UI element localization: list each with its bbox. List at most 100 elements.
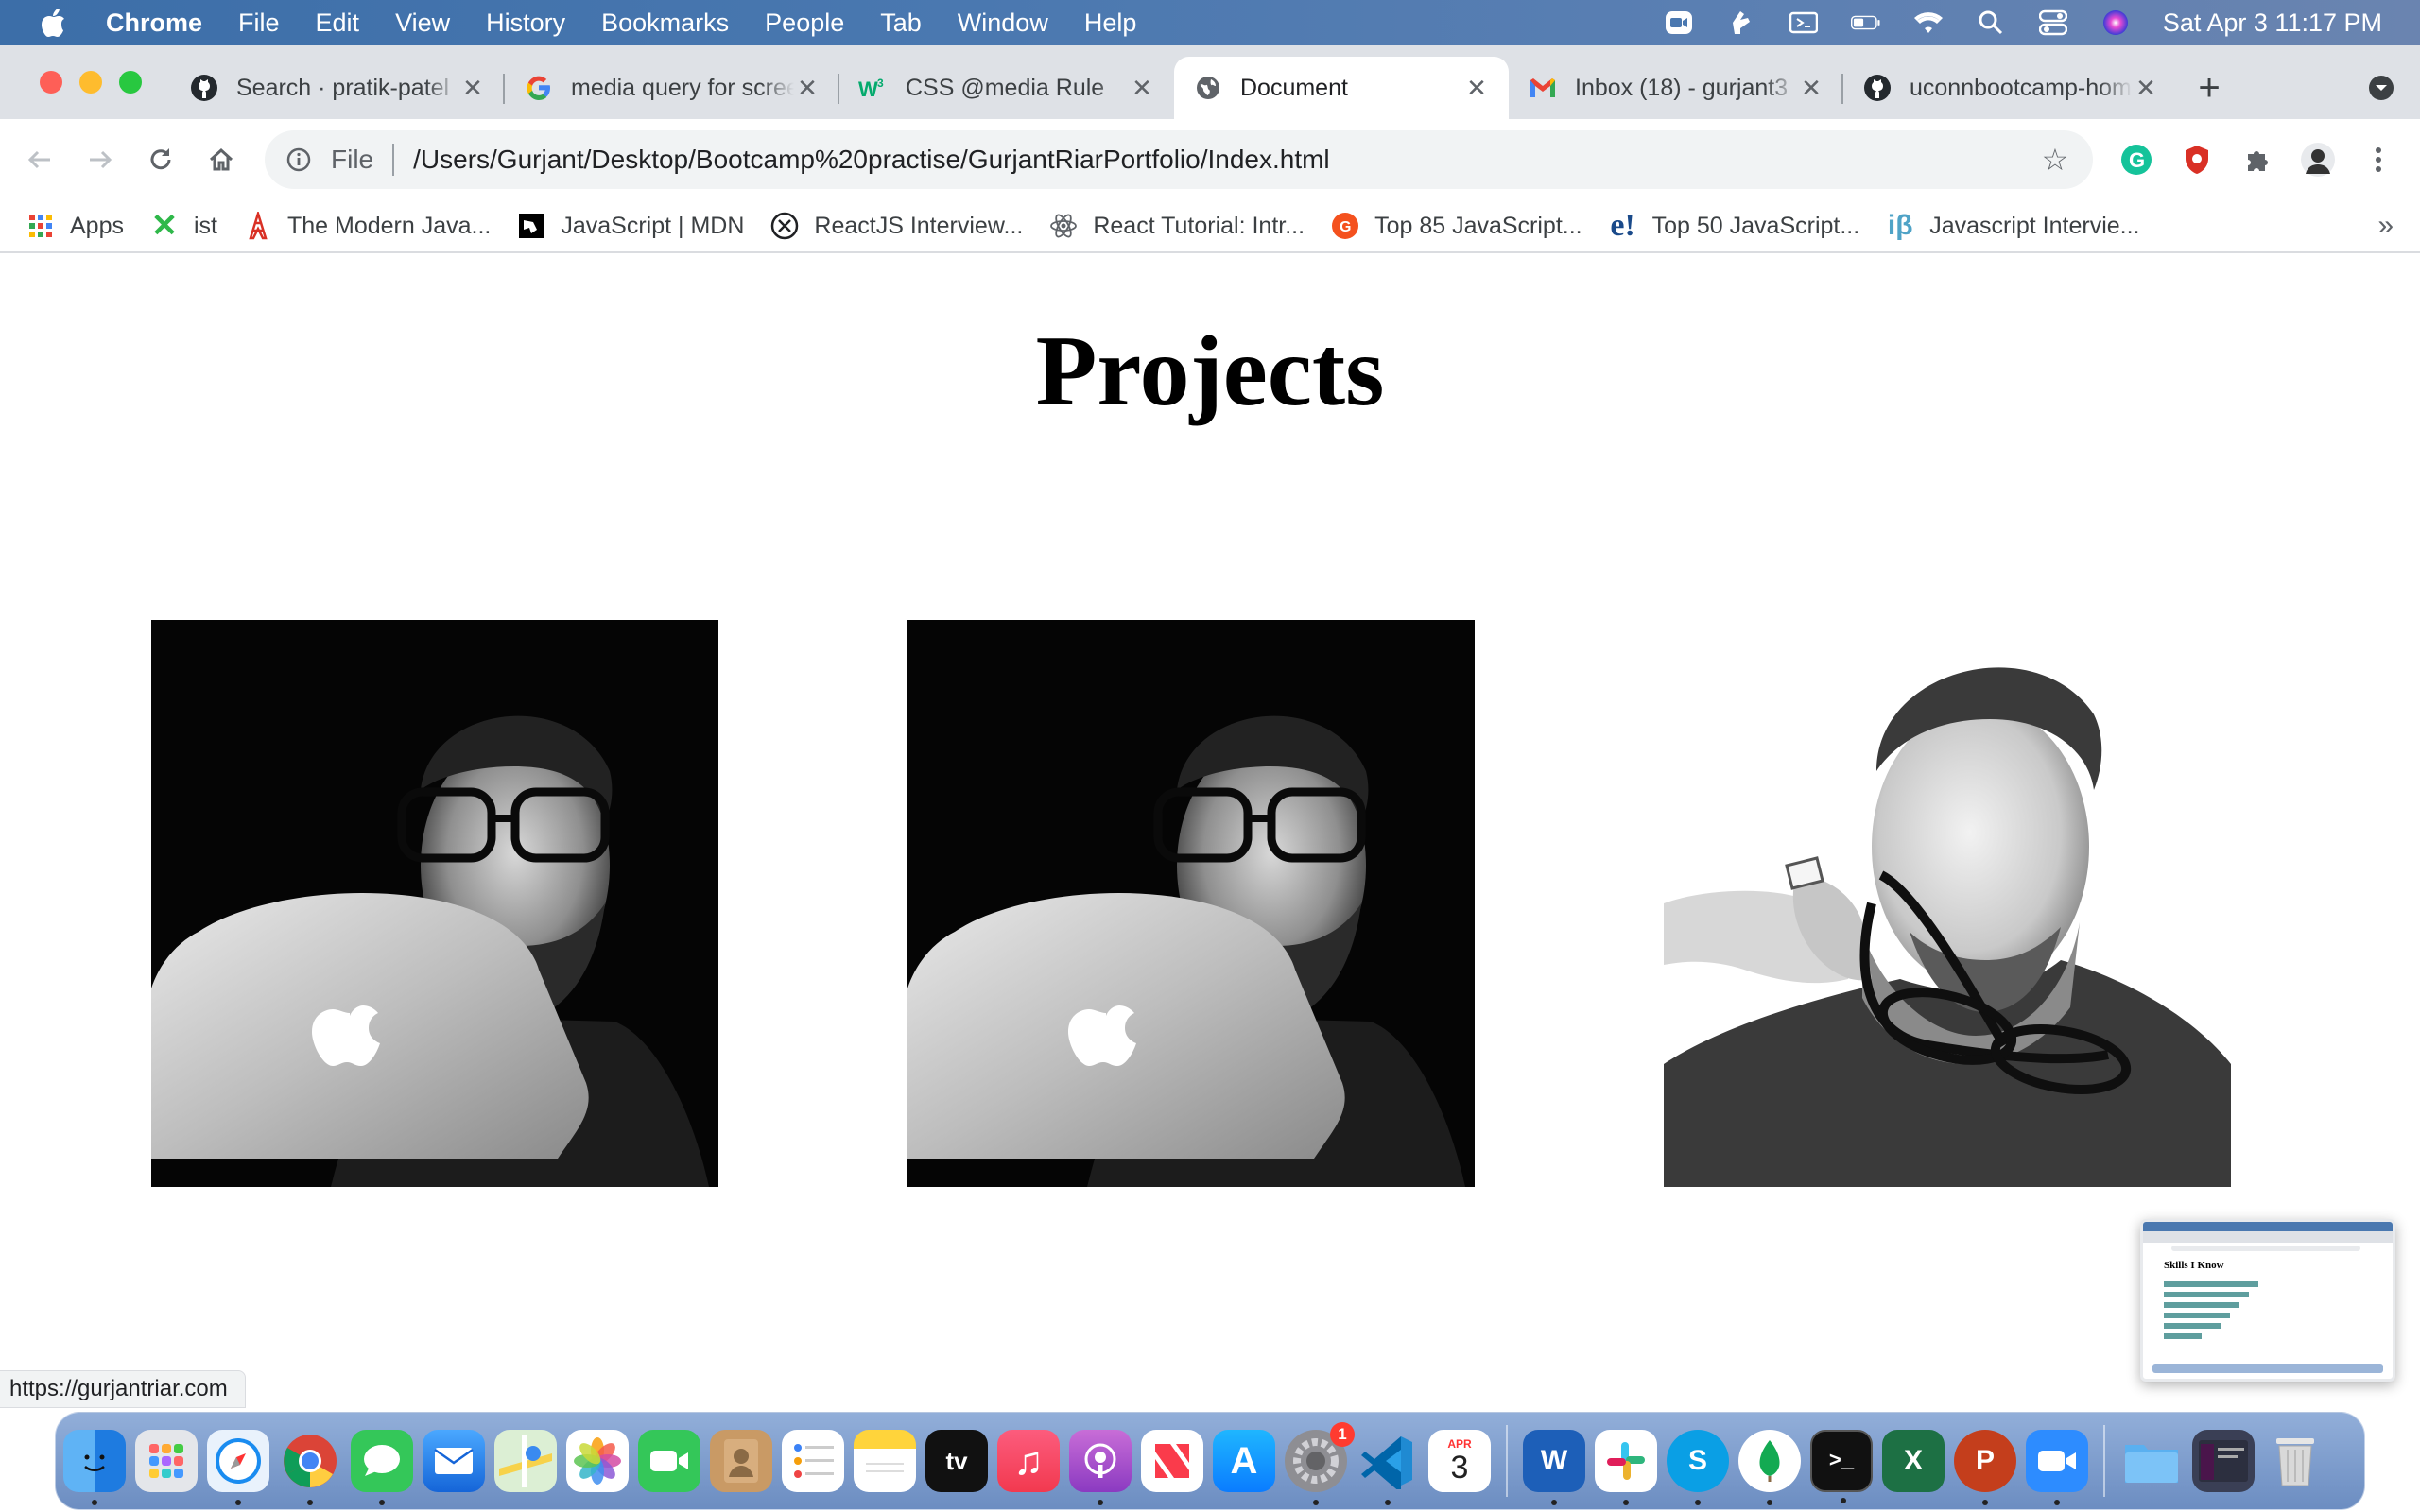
- tab-gmail-inbox[interactable]: Inbox (18) - gurjant3 ✕: [1509, 57, 1843, 119]
- tab-css-media-rule[interactable]: W3 CSS @media Rule ✕: [839, 57, 1174, 119]
- mail-dock-icon[interactable]: [423, 1430, 485, 1492]
- notes-dock-icon[interactable]: [854, 1430, 916, 1492]
- apps-grid-icon: [26, 212, 55, 240]
- zoom-status-icon[interactable]: [1664, 9, 1694, 36]
- mongodb-compass-dock-icon[interactable]: [1738, 1430, 1801, 1505]
- downloads-folder-dock-icon[interactable]: [2120, 1430, 2183, 1492]
- screen-tool-icon[interactable]: [1789, 9, 1819, 36]
- bookmark-react-tutorial[interactable]: React Tutorial: Intr...: [1036, 212, 1318, 240]
- slack-dock-icon[interactable]: [1595, 1430, 1657, 1505]
- launchpad-dock-icon[interactable]: [135, 1430, 198, 1492]
- notification-badge: 1: [1330, 1422, 1355, 1447]
- tab-document-active[interactable]: Document ✕: [1174, 57, 1509, 119]
- extensions-puzzle-icon[interactable]: [2227, 129, 2288, 190]
- menu-view[interactable]: View: [377, 9, 468, 38]
- address-bar[interactable]: File /Users/Gurjant/Desktop/Bootcamp%20p…: [265, 130, 2093, 189]
- menu-tab[interactable]: Tab: [862, 9, 940, 38]
- terminal-dock-icon[interactable]: >_: [1810, 1430, 1873, 1503]
- url-text[interactable]: /Users/Gurjant/Desktop/Bootcamp%20practi…: [413, 145, 2036, 175]
- info-icon[interactable]: [284, 145, 314, 175]
- close-window-button[interactable]: [40, 71, 62, 94]
- word-dock-icon[interactable]: W: [1523, 1430, 1585, 1505]
- menu-app-chrome[interactable]: Chrome: [106, 9, 220, 38]
- recent-window-dock-icon[interactable]: [2192, 1430, 2255, 1492]
- trash-dock-icon[interactable]: [2264, 1430, 2326, 1492]
- messages-dock-icon[interactable]: [351, 1430, 413, 1505]
- music-dock-icon[interactable]: ♫: [997, 1430, 1060, 1492]
- bookmark-top-85-javascript[interactable]: G Top 85 JavaScript...: [1318, 212, 1596, 240]
- new-tab-button[interactable]: +: [2178, 57, 2240, 119]
- bookmark-star-icon[interactable]: ☆: [2036, 141, 2074, 179]
- forward-button[interactable]: [70, 129, 130, 190]
- powerpoint-dock-icon[interactable]: P: [1954, 1430, 2016, 1505]
- home-button[interactable]: [191, 129, 251, 190]
- control-center-icon[interactable]: [2038, 9, 2068, 36]
- chrome-dock-icon[interactable]: [279, 1430, 341, 1505]
- vscode-dock-icon[interactable]: [1357, 1430, 1419, 1505]
- finder-dock-icon[interactable]: [63, 1430, 126, 1505]
- zoom-dock-icon[interactable]: [2026, 1430, 2088, 1505]
- bookmark-ist[interactable]: ✕ ist: [137, 208, 231, 244]
- excel-dock-icon[interactable]: X: [1882, 1430, 1945, 1492]
- tab-search-button[interactable]: [2367, 57, 2395, 119]
- menu-help[interactable]: Help: [1066, 9, 1155, 38]
- zoom-window-button[interactable]: [119, 71, 142, 94]
- reload-button[interactable]: [130, 129, 191, 190]
- menu-history[interactable]: History: [468, 9, 583, 38]
- spotlight-search-icon[interactable]: [1976, 9, 2006, 36]
- menu-bookmarks[interactable]: Bookmarks: [583, 9, 747, 38]
- menu-window[interactable]: Window: [940, 9, 1066, 38]
- bookmarks-overflow-chevron-icon[interactable]: »: [2377, 210, 2394, 242]
- reminders-dock-icon[interactable]: [782, 1430, 844, 1492]
- contacts-dock-icon[interactable]: [710, 1430, 772, 1492]
- news-dock-icon[interactable]: [1141, 1430, 1203, 1492]
- profile-avatar[interactable]: [2288, 129, 2348, 190]
- bookmark-top-50-javascript[interactable]: e! Top 50 JavaScript...: [1596, 208, 1874, 243]
- close-tab-icon[interactable]: ✕: [794, 74, 821, 102]
- grammarly-extension-icon[interactable]: G: [2106, 129, 2167, 190]
- screenshot-thumbnail[interactable]: Skills I Know: [2140, 1219, 2395, 1382]
- battery-icon[interactable]: [1850, 9, 1881, 36]
- menu-file[interactable]: File: [220, 9, 298, 38]
- menubar-clock[interactable]: Sat Apr 3 11:17 PM: [2163, 9, 2382, 38]
- project-image-1[interactable]: [151, 620, 718, 1187]
- system-preferences-dock-icon[interactable]: 1: [1285, 1422, 1355, 1505]
- running-indicator: [92, 1500, 97, 1505]
- photos-dock-icon[interactable]: [566, 1430, 629, 1492]
- back-button[interactable]: [9, 129, 70, 190]
- minimize-window-button[interactable]: [79, 71, 102, 94]
- menu-edit[interactable]: Edit: [298, 9, 378, 38]
- close-tab-icon[interactable]: ✕: [459, 74, 486, 102]
- close-tab-icon[interactable]: ✕: [1798, 74, 1824, 102]
- facetime-dock-icon[interactable]: [638, 1430, 700, 1492]
- apple-menu-icon[interactable]: [0, 8, 106, 38]
- bookmark-modern-javascript[interactable]: The Modern Java...: [231, 212, 504, 240]
- wifi-icon[interactable]: [1913, 9, 1944, 36]
- project-image-3[interactable]: [1664, 620, 2231, 1187]
- skype-dock-icon[interactable]: S: [1667, 1430, 1729, 1505]
- bookmark-reactjs-interview[interactable]: ReactJS Interview...: [757, 212, 1036, 240]
- chrome-menu-icon[interactable]: [2348, 129, 2409, 190]
- react-icon: [1049, 212, 1078, 240]
- apple-tv-dock-icon[interactable]: tv: [925, 1430, 988, 1492]
- close-tab-icon[interactable]: ✕: [2133, 74, 2159, 102]
- close-tab-icon[interactable]: ✕: [1129, 74, 1155, 102]
- maps-dock-icon[interactable]: [494, 1430, 557, 1492]
- tab-github-search[interactable]: Search · pratik-patel ✕: [170, 57, 505, 119]
- app-store-dock-icon[interactable]: A: [1213, 1430, 1275, 1492]
- bookmark-apps[interactable]: Apps: [0, 212, 137, 240]
- bookmark-javascript-mdn[interactable]: JavaScript | MDN: [504, 212, 757, 240]
- project-image-2[interactable]: [908, 620, 1475, 1187]
- bookmark-javascript-interview[interactable]: iβ Javascript Intervie...: [1873, 210, 2152, 241]
- calendar-dock-icon[interactable]: APR 3: [1428, 1430, 1491, 1492]
- close-tab-icon[interactable]: ✕: [1463, 74, 1490, 102]
- safari-dock-icon[interactable]: [207, 1430, 269, 1505]
- dock-separator: [1506, 1425, 1508, 1497]
- tab-google-search[interactable]: media query for screen ✕: [505, 57, 839, 119]
- menu-people[interactable]: People: [747, 9, 862, 38]
- podcasts-dock-icon[interactable]: [1069, 1430, 1132, 1505]
- tab-github-uconnbootcamp[interactable]: uconnbootcamp-home ✕: [1843, 57, 2178, 119]
- siri-icon[interactable]: [2100, 9, 2131, 36]
- grab-tool-icon[interactable]: [1726, 9, 1756, 36]
- shield-extension-icon[interactable]: [2167, 129, 2227, 190]
